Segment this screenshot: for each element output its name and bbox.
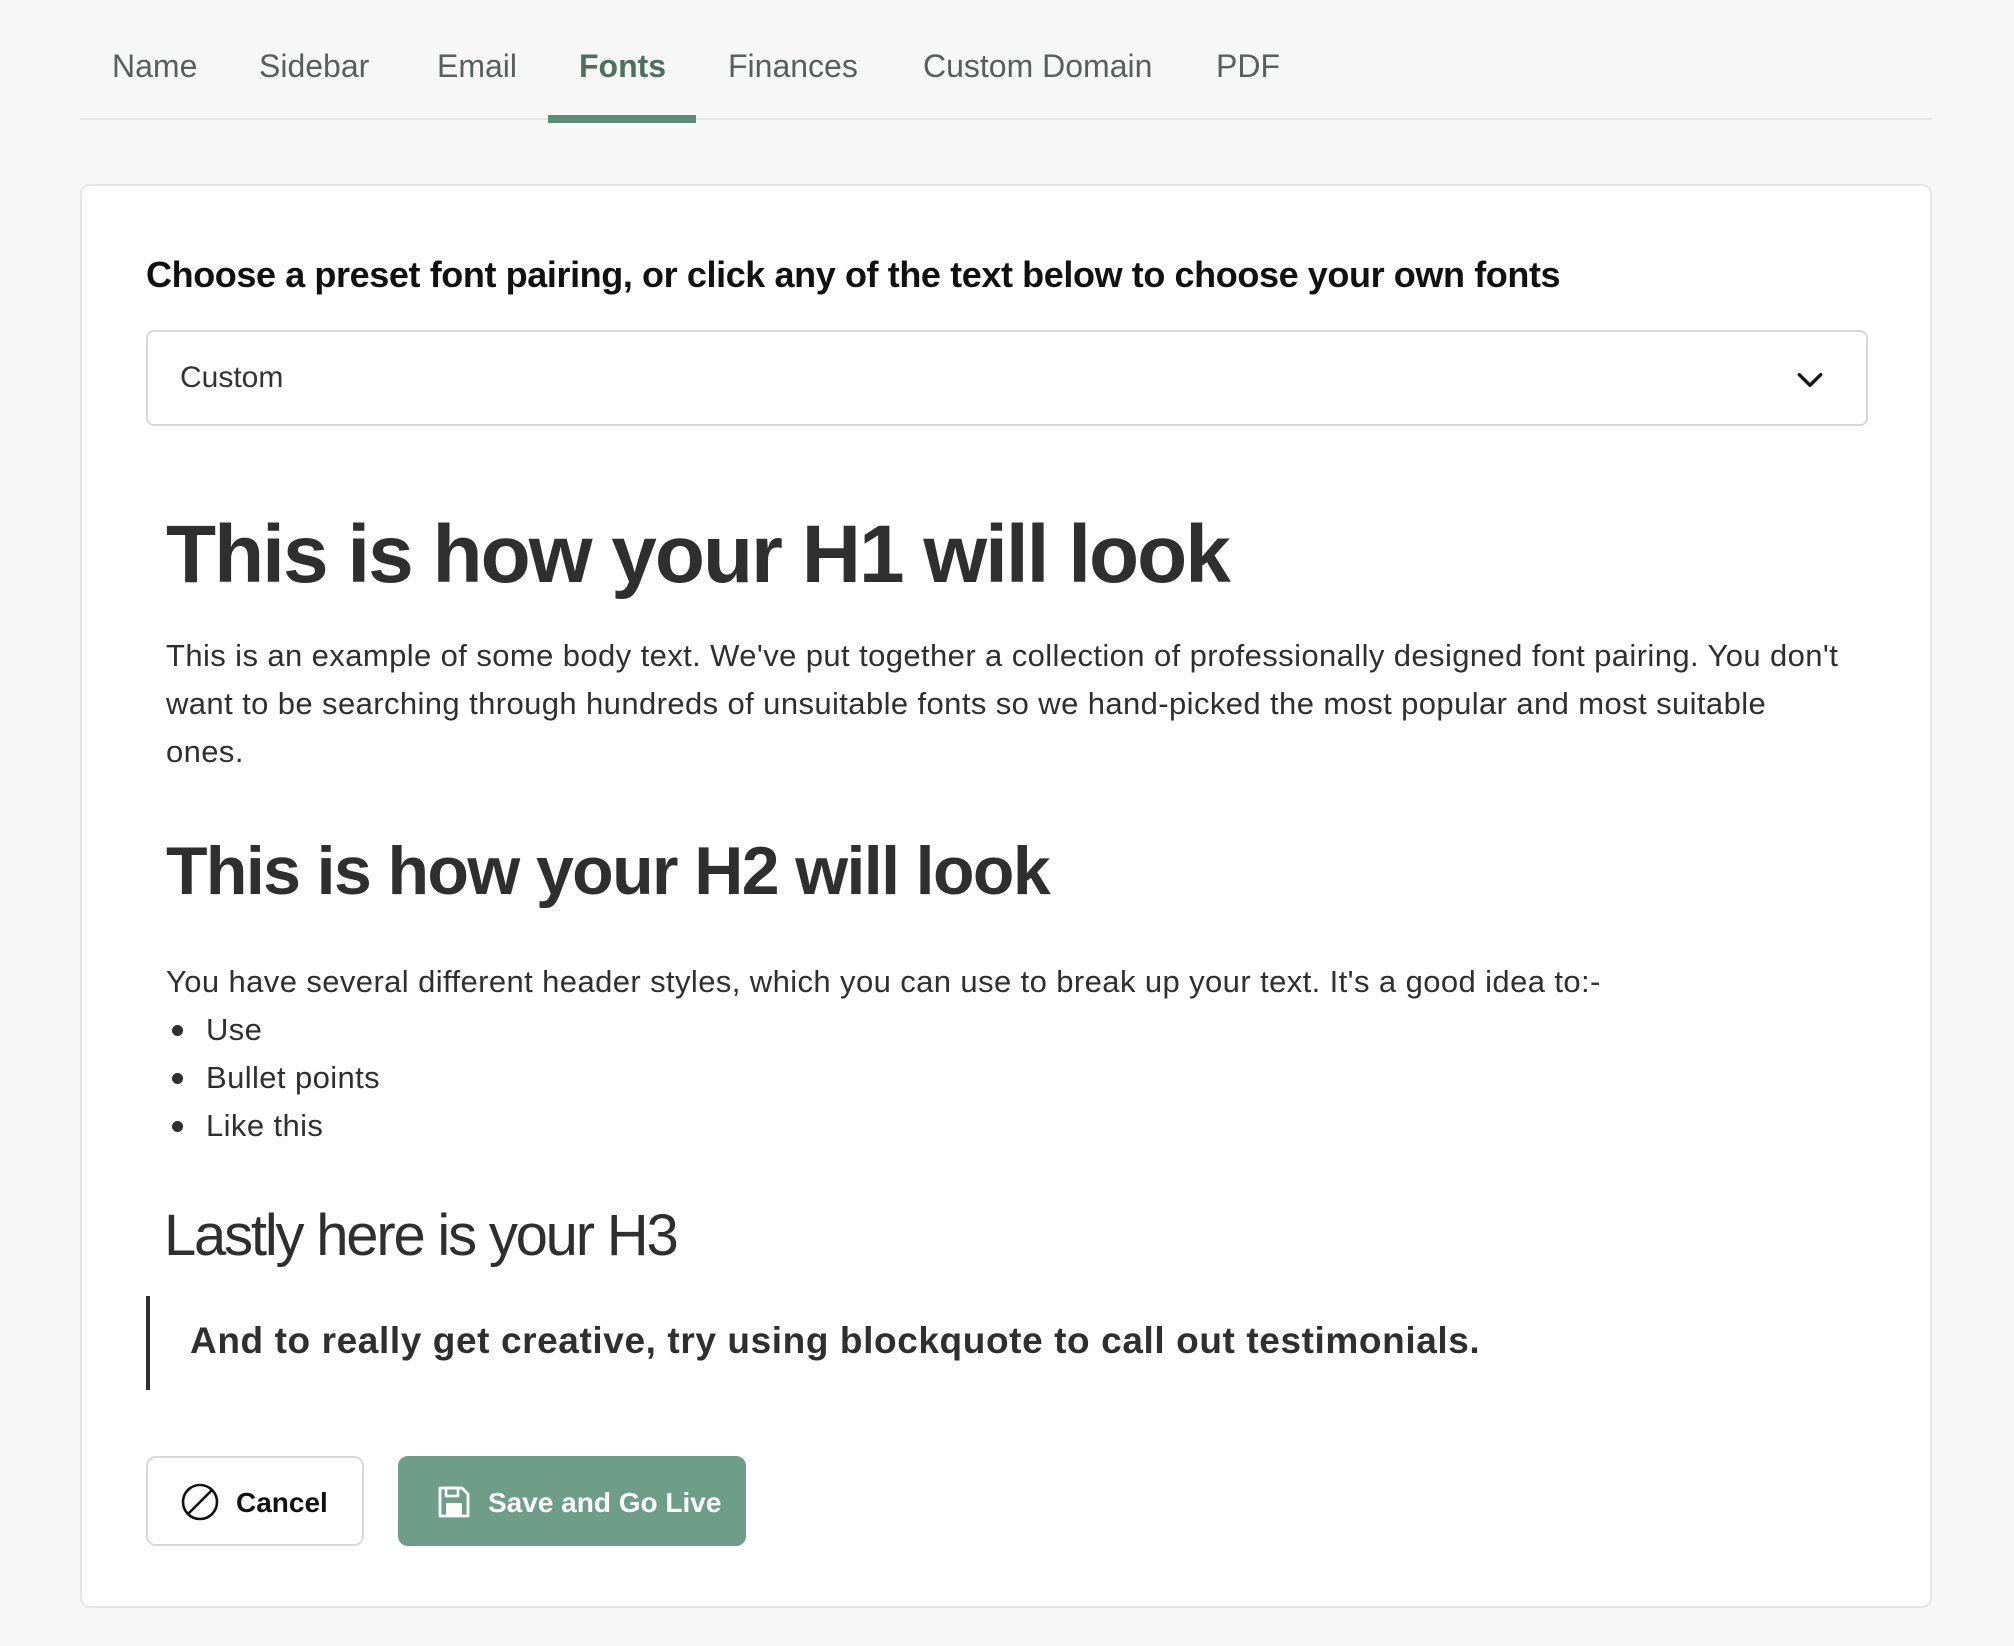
fonts-settings-card: Choose a preset font pairing, or click a…	[80, 184, 1932, 1608]
chevron-down-icon	[1797, 372, 1823, 388]
cancel-button[interactable]: Cancel	[146, 1456, 364, 1546]
tab-name[interactable]: Name	[112, 46, 197, 86]
font-preset-select[interactable]: Custom	[146, 330, 1868, 426]
settings-tabs: Name Sidebar Email Fonts Finances Custom…	[80, 0, 1932, 123]
list-item[interactable]: Like this	[166, 1102, 380, 1150]
cancel-button-label: Cancel	[236, 1487, 328, 1518]
list-item[interactable]: Bullet points	[166, 1054, 380, 1102]
tab-finances[interactable]: Finances	[728, 46, 858, 86]
bullet-dot-icon	[172, 1073, 183, 1084]
list-item-label: Like this	[206, 1108, 324, 1143]
blockquote-preview[interactable]: And to really get creative, try using bl…	[146, 1296, 1480, 1390]
font-pairing-instructions: Choose a preset font pairing, or click a…	[146, 254, 1561, 295]
floppy-disk-icon	[438, 1486, 470, 1518]
list-item-label: Use	[206, 1012, 263, 1047]
save-button-label: Save and Go Live	[488, 1487, 722, 1518]
paragraph-preview[interactable]: You have several different header styles…	[166, 958, 1601, 1006]
tab-pdf[interactable]: PDF	[1216, 46, 1280, 86]
bullet-dot-icon	[172, 1121, 183, 1132]
list-item-label: Bullet points	[206, 1060, 381, 1095]
tab-sidebar[interactable]: Sidebar	[259, 46, 369, 86]
tab-custom-domain[interactable]: Custom Domain	[923, 46, 1152, 86]
font-preset-selected-value: Custom	[180, 361, 284, 394]
active-tab-indicator	[548, 115, 696, 123]
bullet-dot-icon	[172, 1025, 183, 1036]
bullet-list-preview: Use Bullet points Like this	[166, 1006, 380, 1150]
h3-preview[interactable]: Lastly here is your H3	[164, 1202, 679, 1269]
body-text-preview[interactable]: This is an example of some body text. We…	[166, 632, 1846, 776]
tab-fonts[interactable]: Fonts	[579, 46, 666, 86]
blockquote-text: And to really get creative, try using bl…	[190, 1320, 1481, 1361]
ban-icon	[181, 1483, 219, 1521]
h1-preview[interactable]: This is how your H1 will look	[166, 508, 1231, 602]
list-item[interactable]: Use	[166, 1006, 380, 1054]
h2-preview[interactable]: This is how your H2 will look	[166, 832, 1051, 910]
save-and-go-live-button[interactable]: Save and Go Live	[398, 1456, 746, 1546]
tab-email[interactable]: Email	[437, 46, 517, 86]
